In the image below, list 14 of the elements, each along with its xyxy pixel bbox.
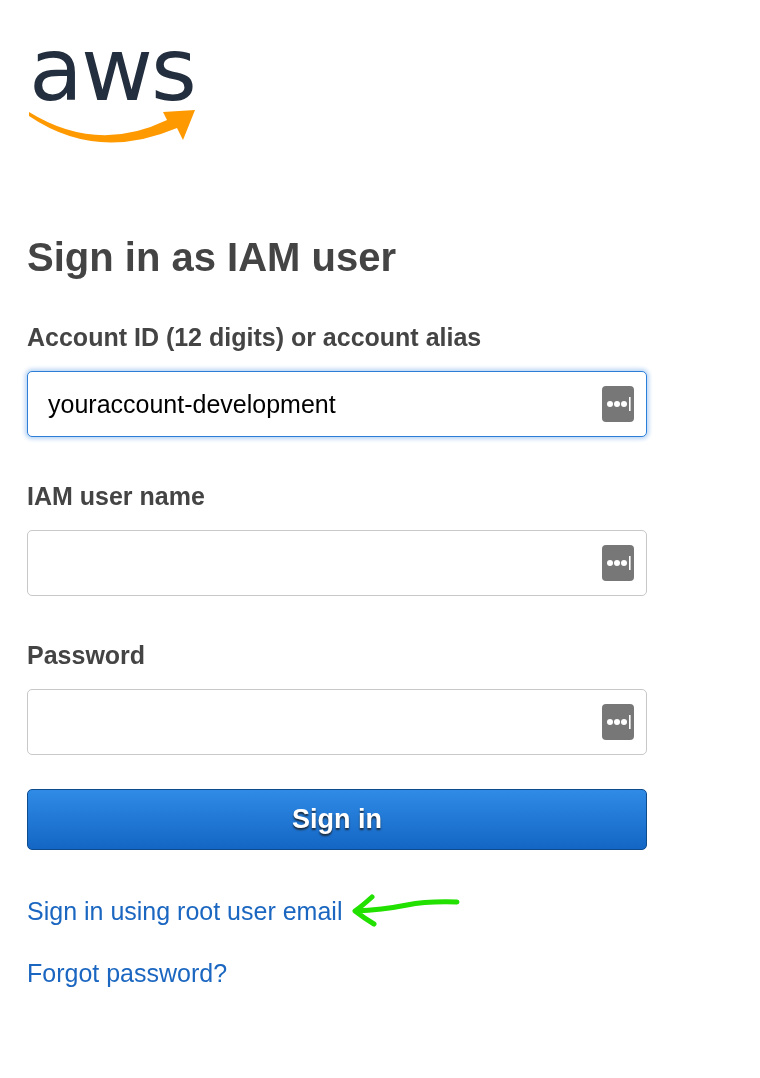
logo-text: aws bbox=[28, 34, 196, 106]
input-field[interactable] bbox=[27, 530, 647, 596]
password-manager-icon[interactable] bbox=[602, 386, 634, 422]
sign-in-button[interactable]: Sign in bbox=[27, 789, 647, 850]
input-field[interactable]: youraccount-development bbox=[27, 371, 647, 437]
input-field[interactable] bbox=[27, 689, 647, 755]
field-label: Account ID (12 digits) or account alias bbox=[27, 322, 483, 352]
field-label: Password bbox=[27, 640, 147, 670]
root-sign-in-link[interactable]: Sign in using root user email bbox=[27, 896, 343, 926]
password-manager-icon[interactable] bbox=[602, 545, 634, 581]
field-label: IAM user name bbox=[27, 481, 206, 511]
password-manager-icon[interactable] bbox=[602, 704, 634, 740]
page-heading: Sign in as IAM user bbox=[27, 234, 397, 281]
forgot-password-link[interactable]: Forgot password? bbox=[27, 958, 228, 988]
